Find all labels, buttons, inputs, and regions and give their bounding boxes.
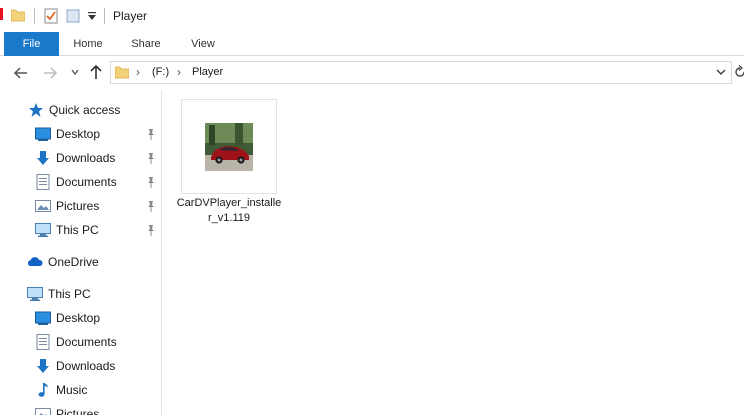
car-thumbnail-image: [205, 123, 253, 171]
tab-home[interactable]: Home: [60, 32, 116, 56]
sidebar-item-pc-music[interactable]: Music: [35, 379, 87, 401]
tab-view[interactable]: View: [176, 32, 230, 56]
sidebar-item-desktop[interactable]: Desktop: [35, 123, 100, 145]
up-arrow-icon[interactable]: [87, 63, 105, 81]
address-history-chevron-down-icon[interactable]: [715, 67, 727, 77]
sidebar-item-label: Pictures: [56, 199, 100, 213]
properties-icon[interactable]: [44, 8, 58, 24]
pictures-icon: [35, 200, 51, 212]
sidebar-item-label: This PC: [56, 223, 99, 237]
sidebar-item-pictures[interactable]: Pictures: [35, 195, 99, 217]
ribbon-tabs: File Home Share View: [0, 32, 744, 56]
music-icon: [38, 383, 48, 397]
recent-locations-chevron-down-icon[interactable]: [70, 67, 80, 77]
documents-icon: [36, 174, 50, 190]
new-folder-icon[interactable]: [66, 9, 80, 23]
sidebar-item-pc-desktop[interactable]: Desktop: [35, 307, 100, 329]
sidebar-item-label: Downloads: [56, 359, 116, 373]
folder-icon[interactable]: [11, 9, 25, 22]
customize-toolbar-dropdown-icon[interactable]: [87, 10, 97, 22]
file-name[interactable]: CarDVPlayer_installer_v1.119: [175, 196, 283, 226]
sidebar-item-label: Music: [56, 383, 88, 397]
sidebar-item-pc-pictures[interactable]: Pictures: [35, 403, 99, 415]
window-title: Player: [113, 9, 148, 23]
downloads-icon: [37, 151, 49, 165]
sidebar-item-label: Pictures: [56, 407, 100, 415]
desktop-icon: [35, 127, 51, 141]
pin-icon[interactable]: [146, 128, 156, 140]
pictures-icon: [35, 408, 51, 415]
tab-file[interactable]: File: [4, 32, 59, 56]
desktop-icon: [35, 311, 51, 325]
downloads-icon: [37, 359, 49, 373]
navigation-bar: › (F:) › Player: [0, 56, 744, 90]
sidebar-item-label: Quick access: [49, 103, 121, 117]
title-bar: Player: [0, 0, 744, 32]
tab-share[interactable]: Share: [118, 32, 174, 56]
pin-icon[interactable]: [146, 224, 156, 236]
breadcrumb-folder[interactable]: Player: [192, 66, 223, 78]
sidebar-item-label: Desktop: [56, 311, 101, 325]
sidebar-item-label: This PC: [48, 287, 91, 301]
sidebar-item-pc-documents[interactable]: Documents: [35, 331, 117, 353]
sidebar-item-this-pc-quick[interactable]: This PC: [35, 219, 99, 241]
sidebar-item-label: Desktop: [56, 127, 101, 141]
cloud-icon: [27, 257, 43, 266]
computer-icon: [35, 223, 51, 237]
breadcrumb-drive[interactable]: (F:): [152, 66, 169, 78]
sidebar-item-onedrive[interactable]: OneDrive: [27, 251, 99, 273]
pin-icon[interactable]: [146, 176, 156, 188]
pin-icon[interactable]: [146, 152, 156, 164]
refresh-icon[interactable]: [734, 65, 744, 79]
star-icon: [29, 103, 43, 117]
sidebar-item-label: Downloads: [56, 151, 116, 165]
sidebar-item-documents[interactable]: Documents: [35, 171, 117, 193]
close-button-edge[interactable]: [0, 8, 3, 20]
breadcrumb-chevron-right-icon[interactable]: ›: [177, 65, 181, 79]
forward-arrow-icon[interactable]: [41, 64, 59, 82]
sidebar-item-this-pc[interactable]: This PC: [27, 283, 91, 305]
sidebar-item-downloads[interactable]: Downloads: [35, 147, 115, 169]
sidebar-item-label: OneDrive: [48, 255, 99, 269]
breadcrumb-chevron-right-icon[interactable]: ›: [136, 65, 140, 79]
sidebar-item-quick-access[interactable]: Quick access: [28, 99, 120, 121]
documents-icon: [36, 334, 50, 350]
pin-icon[interactable]: [146, 200, 156, 212]
title-separator: [104, 8, 105, 24]
navigation-pane: Quick access Desktop Downloads Documents: [0, 90, 162, 415]
back-arrow-icon[interactable]: [12, 64, 30, 82]
computer-icon: [27, 287, 43, 301]
folder-icon: [115, 66, 129, 79]
file-thumbnail-frame[interactable]: [181, 99, 277, 194]
sidebar-item-label: Documents: [56, 175, 117, 189]
sidebar-item-pc-downloads[interactable]: Downloads: [35, 355, 115, 377]
file-list[interactable]: CarDVPlayer_installer_v1.119: [163, 90, 744, 415]
address-bar[interactable]: › (F:) › Player: [110, 61, 732, 84]
file-item[interactable]: CarDVPlayer_installer_v1.119: [177, 99, 281, 231]
sidebar-item-label: Documents: [56, 335, 117, 349]
toolbar-separator: [34, 8, 35, 24]
